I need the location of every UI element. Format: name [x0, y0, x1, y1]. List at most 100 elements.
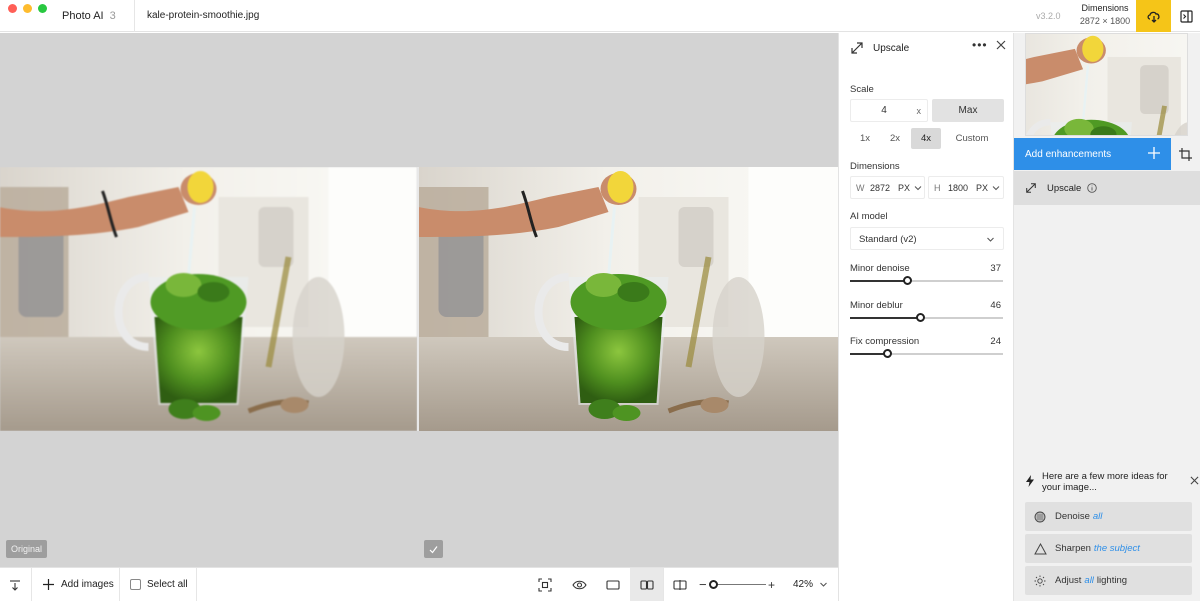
image-canvas[interactable]: Original — [0, 33, 838, 567]
slider-label: Minor denoise — [850, 263, 910, 274]
single-view-button[interactable] — [606, 568, 620, 601]
close-ideas-button[interactable] — [1190, 476, 1199, 488]
add-enhancements-label: Add enhancements — [1025, 148, 1112, 160]
width-label: W — [856, 183, 865, 193]
preview-toggle-button[interactable] — [572, 568, 587, 601]
lightning-icon — [1026, 475, 1034, 487]
ai-model-select[interactable]: Standard (v2) — [850, 227, 1004, 250]
slider-handle[interactable] — [916, 313, 926, 322]
toolbar-separator — [119, 568, 120, 601]
toolbar-separator — [196, 568, 197, 601]
plus-icon: + — [768, 577, 776, 592]
minimize-window-button[interactable] — [23, 4, 32, 13]
close-icon — [1190, 476, 1199, 485]
zoom-dropdown-button[interactable] — [819, 568, 828, 601]
upscale-icon — [1026, 183, 1036, 193]
ai-model-label: AI model — [850, 211, 888, 222]
idea-sharpen-button[interactable]: Sharpen the subject — [1025, 534, 1192, 563]
preset-custom[interactable]: Custom — [947, 128, 997, 149]
scale-suffix: x — [916, 106, 922, 116]
scale-label: Scale — [850, 84, 874, 95]
more-options-button[interactable]: ••• — [972, 38, 988, 52]
close-icon — [996, 40, 1006, 50]
crop-button[interactable] — [1171, 138, 1200, 170]
import-button[interactable] — [8, 568, 22, 601]
side-by-side-view-button[interactable] — [630, 568, 663, 601]
focus-view-button[interactable] — [538, 568, 552, 601]
width-field[interactable]: W 2872 PX — [850, 176, 925, 199]
preview-image — [419, 167, 838, 431]
sidebar-icon — [1179, 9, 1193, 23]
idea-lighting-button[interactable]: Adjust all lighting — [1025, 566, 1192, 595]
import-icon — [10, 579, 20, 591]
plus-icon — [1148, 147, 1160, 159]
idea-lighting-scope: all — [1084, 575, 1094, 586]
eye-icon — [572, 580, 587, 589]
toolbar-separator — [31, 568, 32, 601]
zoom-level[interactable]: 42% — [793, 568, 813, 601]
ideas-heading: Here are a few more ideas for your image… — [1042, 471, 1168, 493]
idea-denoise-button[interactable]: Denoise all — [1025, 502, 1192, 531]
dimensions-display: Dimensions 2872 × 1800 — [1076, 3, 1134, 26]
version-label: v3.2.0 — [1036, 11, 1061, 21]
preview-check-badge — [424, 540, 443, 558]
sidebar-toggle-button[interactable] — [1172, 0, 1200, 32]
image-thumbnail[interactable] — [1025, 33, 1188, 136]
zoom-out-button[interactable]: − — [699, 568, 707, 601]
close-window-button[interactable] — [8, 4, 17, 13]
preset-4x[interactable]: 4x — [911, 128, 941, 149]
select-all-label: Select all — [147, 579, 188, 590]
height-label: H — [934, 183, 941, 193]
focus-icon — [538, 577, 552, 592]
scale-input[interactable]: 4 x — [850, 99, 928, 122]
slider-track[interactable] — [850, 349, 1003, 358]
add-images-label: Add images — [61, 579, 114, 590]
slider-fill — [850, 280, 907, 282]
window-controls — [8, 4, 47, 13]
split-view-icon — [673, 579, 687, 590]
select-all-checkbox[interactable] — [130, 579, 141, 590]
max-scale-button[interactable]: Max — [932, 99, 1004, 122]
preset-1x[interactable]: 1x — [850, 128, 880, 149]
app-title: Photo AI — [62, 10, 104, 22]
slider-value: 37 — [990, 263, 1001, 274]
maximize-window-button[interactable] — [38, 4, 47, 13]
file-tab[interactable]: kale-protein-smoothie.jpg — [147, 10, 259, 21]
slider-handle[interactable] — [902, 276, 912, 285]
slider-value: 46 — [990, 300, 1001, 311]
enhancement-item-upscale[interactable]: Upscale — [1014, 171, 1200, 205]
check-icon — [429, 545, 438, 553]
slider-track[interactable] — [850, 276, 1003, 285]
single-view-icon — [606, 579, 620, 590]
title-bar: Photo AI 3 kale-protein-smoothie.jpg v3.2… — [0, 0, 1200, 32]
select-all-button[interactable]: Select all — [130, 568, 188, 601]
slider-fill — [850, 353, 887, 355]
height-field[interactable]: H 1800 PX — [928, 176, 1004, 199]
height-unit: PX — [976, 183, 989, 193]
dimensions-value: 2872 × 1800 — [1079, 16, 1131, 26]
idea-denoise-label: Denoise — [1055, 511, 1090, 522]
zoom-in-button[interactable]: + — [768, 568, 775, 601]
cloud-download-icon — [1146, 11, 1160, 23]
app-major-version: 3 — [109, 10, 116, 22]
slider-handle[interactable] — [882, 349, 892, 358]
split-view-button[interactable] — [673, 568, 687, 601]
dimensions-label: Dimensions — [1081, 3, 1129, 13]
slider-track[interactable] — [850, 313, 1003, 322]
preset-2x[interactable]: 2x — [880, 128, 910, 149]
info-icon[interactable] — [1087, 183, 1098, 193]
denoise-icon — [1033, 511, 1047, 523]
plus-icon — [43, 579, 54, 590]
chevron-down-icon — [820, 582, 827, 587]
idea-sharpen-scope: the subject — [1093, 543, 1140, 554]
export-button[interactable] — [1136, 0, 1171, 32]
tab-separator — [134, 0, 135, 32]
zoom-slider-track[interactable] — [710, 584, 766, 585]
sharpen-icon — [1033, 542, 1047, 555]
add-enhancements-button[interactable]: Add enhancements — [1014, 138, 1171, 170]
add-images-button[interactable]: Add images — [42, 568, 114, 601]
zoom-slider-handle[interactable] — [709, 580, 718, 589]
dimensions-section-label: Dimensions — [850, 161, 900, 172]
close-panel-button[interactable] — [996, 40, 1006, 53]
enhancements-sidebar: Add enhancements Upscale Here are a few … — [1014, 33, 1200, 601]
